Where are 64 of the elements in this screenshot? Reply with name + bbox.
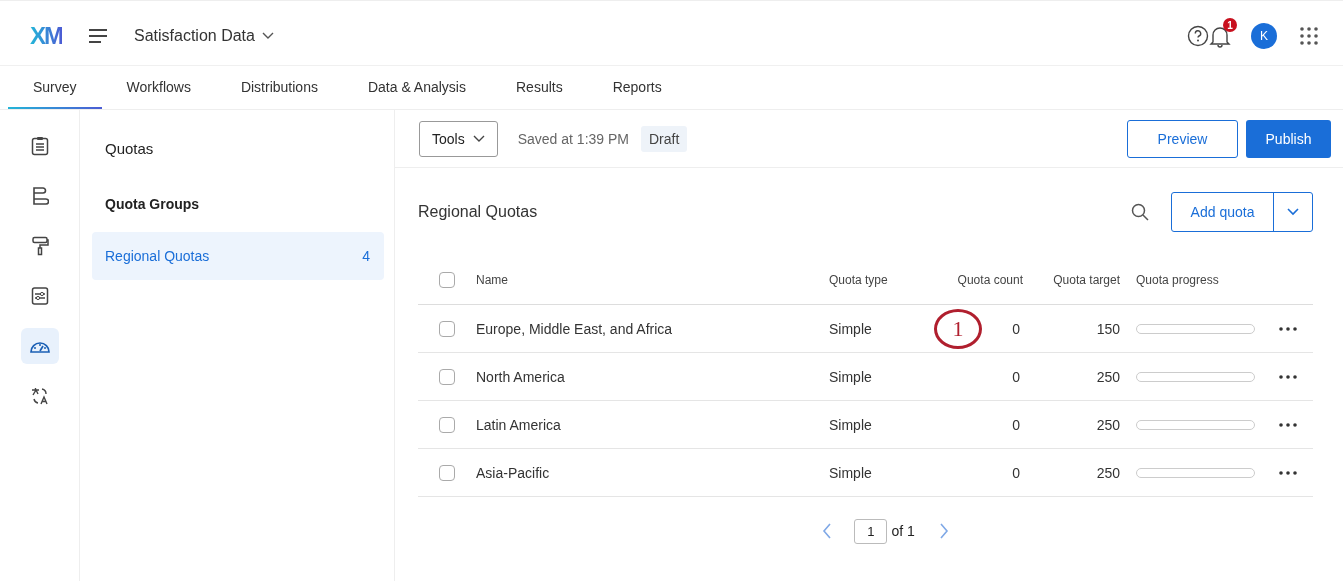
quota-target: 250 bbox=[1095, 416, 1120, 433]
section-heading: Quota Groups bbox=[104, 195, 201, 214]
more-icon[interactable] bbox=[1279, 326, 1297, 331]
quota-target: 250 bbox=[1095, 464, 1120, 481]
caret-icon bbox=[472, 134, 485, 143]
menu-icon[interactable] bbox=[88, 28, 108, 44]
quotas-nav-button[interactable] bbox=[20, 328, 59, 364]
quota-type: Simple bbox=[829, 368, 873, 385]
draft-tag: Draft bbox=[641, 125, 688, 152]
help-icon[interactable] bbox=[1187, 25, 1209, 47]
clipboard-icon bbox=[30, 136, 49, 156]
nav-tab[interactable]: Reports bbox=[587, 66, 687, 109]
notification-badge: 1 bbox=[1223, 18, 1237, 32]
quota-group-item[interactable]: Regional Quotas 4 bbox=[92, 232, 384, 280]
select-all-checkbox[interactable] bbox=[439, 272, 455, 288]
quota-name: Latin America bbox=[476, 416, 562, 433]
column-header: Name bbox=[476, 273, 509, 287]
page-count: of 1 bbox=[891, 523, 915, 539]
quota-count: 0 bbox=[1012, 368, 1020, 385]
quota-count: 0 bbox=[1012, 464, 1020, 481]
more-icon[interactable] bbox=[1279, 470, 1297, 475]
sidebar-title: Quotas bbox=[104, 139, 155, 159]
quota-type: Simple bbox=[829, 464, 873, 481]
row-checkbox[interactable] bbox=[439, 464, 455, 481]
flow-icon bbox=[30, 186, 49, 206]
tools-dropdown[interactable]: Tools bbox=[419, 120, 498, 157]
row-checkbox[interactable] bbox=[439, 320, 455, 337]
nav-tab[interactable]: Workflows bbox=[101, 66, 216, 109]
translate-icon bbox=[29, 386, 50, 406]
quota-type: Simple bbox=[829, 416, 873, 433]
publish-button[interactable]: Publish bbox=[1246, 119, 1331, 158]
column-header: Quota type bbox=[829, 273, 889, 287]
column-header: Quota progress bbox=[1135, 273, 1220, 287]
app-grid-icon[interactable] bbox=[1299, 26, 1319, 46]
column-header: Quota target bbox=[1052, 273, 1120, 287]
search-icon[interactable] bbox=[1131, 203, 1149, 221]
nav-tab[interactable]: Results bbox=[491, 66, 588, 109]
quota-type: Simple bbox=[829, 320, 873, 337]
nav-tab[interactable]: Distributions bbox=[215, 66, 343, 109]
preview-button[interactable]: Preview bbox=[1127, 119, 1238, 158]
more-icon[interactable] bbox=[1279, 374, 1297, 379]
quota-name: Europe, Middle East, and Africa bbox=[476, 320, 674, 337]
sliders-icon bbox=[30, 286, 49, 306]
quota-target: 250 bbox=[1095, 368, 1120, 385]
project-dropdown[interactable]: Satisfaction Data bbox=[134, 27, 274, 45]
nav-tab[interactable]: Data & Analysis bbox=[342, 66, 491, 109]
caret-icon bbox=[1287, 208, 1299, 216]
row-checkbox[interactable] bbox=[439, 416, 455, 433]
row-checkbox[interactable] bbox=[439, 368, 455, 385]
nav-tab[interactable]: Survey bbox=[8, 66, 102, 109]
quota-name: Asia-Pacific bbox=[476, 464, 551, 481]
quota-count: 0 bbox=[1012, 416, 1020, 433]
quota-name: North America bbox=[476, 368, 566, 385]
more-icon[interactable] bbox=[1279, 422, 1297, 427]
saved-status: Saved at 1:39 PM bbox=[517, 130, 629, 147]
quota-target: 150 bbox=[1095, 320, 1120, 337]
user-avatar[interactable]: K bbox=[1251, 23, 1277, 49]
quota-count: 0 bbox=[1012, 320, 1020, 337]
column-header: Quota count bbox=[956, 273, 1023, 287]
page-number-field[interactable]: 1 bbox=[854, 518, 888, 544]
caret-icon bbox=[261, 32, 274, 40]
panel-title: Regional Quotas bbox=[418, 203, 538, 221]
callout-marker: 1 bbox=[934, 308, 982, 349]
paint-roller-icon bbox=[30, 236, 49, 256]
